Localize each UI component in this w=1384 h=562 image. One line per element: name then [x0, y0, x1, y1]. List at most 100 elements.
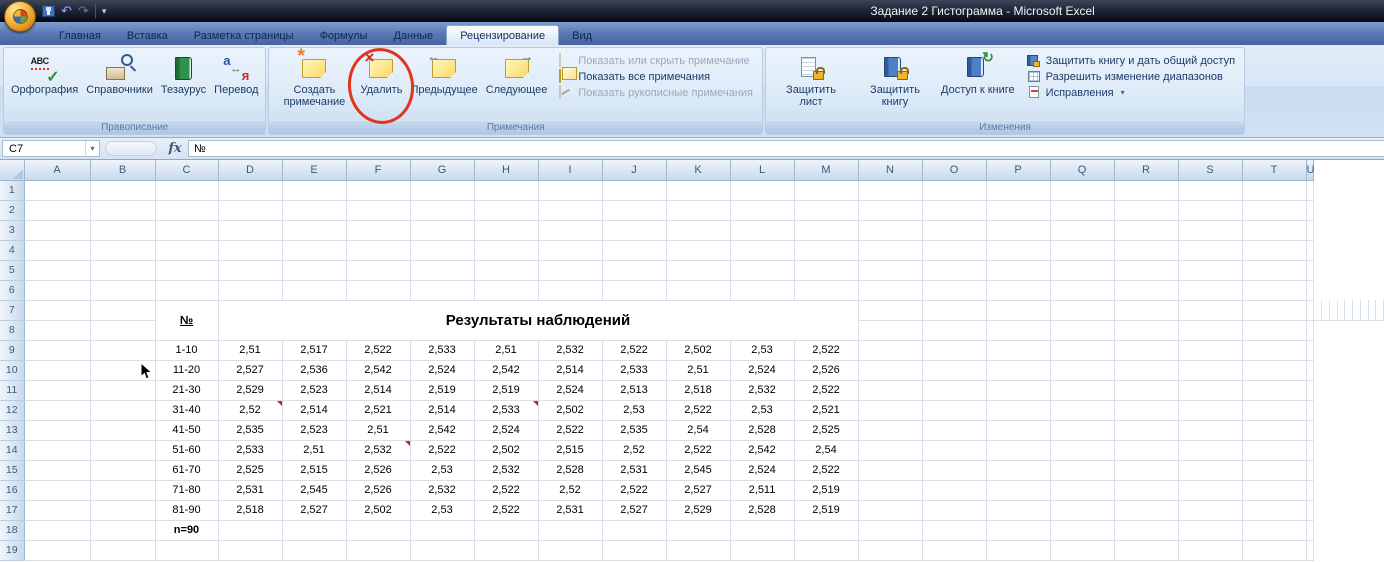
- cell-T16[interactable]: [1242, 480, 1307, 501]
- cell-J5[interactable]: [602, 260, 667, 281]
- cell-P2[interactable]: [986, 200, 1051, 221]
- cell-E11[interactable]: 2,523: [282, 380, 347, 401]
- col-header-L[interactable]: L: [730, 160, 795, 181]
- cell-Q1[interactable]: [1050, 180, 1115, 201]
- cell-O16[interactable]: [922, 480, 987, 501]
- cell-B19[interactable]: [90, 540, 156, 561]
- cell-Q6[interactable]: [1050, 280, 1115, 301]
- cell-F6[interactable]: [346, 280, 411, 301]
- cell-N14[interactable]: [858, 440, 923, 461]
- cell-P16[interactable]: [986, 480, 1051, 501]
- cell-C17[interactable]: 81-90: [155, 500, 219, 521]
- cell-H19[interactable]: [474, 540, 539, 561]
- cell-J2[interactable]: [602, 200, 667, 221]
- cell-L18[interactable]: [730, 520, 795, 541]
- cell-T10[interactable]: [1242, 360, 1307, 381]
- cell-A2[interactable]: [24, 200, 91, 221]
- cell-I18[interactable]: [538, 520, 603, 541]
- new-comment-button[interactable]: * Создать примечание: [272, 47, 356, 120]
- cell-O4[interactable]: [922, 240, 987, 261]
- cell-N13[interactable]: [858, 420, 923, 441]
- cell-C3[interactable]: [155, 220, 219, 241]
- cell-D2[interactable]: [218, 200, 283, 221]
- cell-C9[interactable]: 1-10: [155, 340, 219, 361]
- cell-P12[interactable]: [986, 400, 1051, 421]
- cell-Q5[interactable]: [1050, 260, 1115, 281]
- cell-D5[interactable]: [218, 260, 283, 281]
- cell-I7[interactable]: [1114, 300, 1179, 321]
- cell-B3[interactable]: [90, 220, 156, 241]
- cell-L14[interactable]: 2,542: [730, 440, 795, 461]
- cell-S18[interactable]: [1178, 520, 1243, 541]
- cell-I9[interactable]: 2,532: [538, 340, 603, 361]
- cell-K16[interactable]: 2,527: [666, 480, 731, 501]
- cell-K4[interactable]: [666, 240, 731, 261]
- col-header-J[interactable]: J: [602, 160, 667, 181]
- cell-F5[interactable]: [346, 260, 411, 281]
- cell-K7[interactable]: [1242, 300, 1307, 321]
- col-header-H[interactable]: H: [474, 160, 539, 181]
- cell-L2[interactable]: [730, 200, 795, 221]
- cell-B10[interactable]: [90, 360, 156, 381]
- cell-H18[interactable]: [474, 520, 539, 541]
- cell-I11[interactable]: 2,524: [538, 380, 603, 401]
- cell-I3[interactable]: [538, 220, 603, 241]
- cell-F18[interactable]: [346, 520, 411, 541]
- cell-R6[interactable]: [1114, 280, 1179, 301]
- col-header-B[interactable]: B: [90, 160, 156, 181]
- row-header-14[interactable]: 14: [0, 440, 25, 461]
- cell-E17[interactable]: 2,527: [282, 500, 347, 521]
- cell-M11[interactable]: 2,522: [794, 380, 859, 401]
- cell-J14[interactable]: 2,52: [602, 440, 667, 461]
- cell-S8[interactable]: [1178, 320, 1243, 341]
- cell-N4[interactable]: [858, 240, 923, 261]
- cell-C1[interactable]: [155, 180, 219, 201]
- cell-Q18[interactable]: [1050, 520, 1115, 541]
- cell-K13[interactable]: 2,54: [666, 420, 731, 441]
- cell-F11[interactable]: 2,514: [346, 380, 411, 401]
- cell-M4[interactable]: [794, 240, 859, 261]
- cell-M3[interactable]: [794, 220, 859, 241]
- cell-H12[interactable]: 2,533: [474, 400, 539, 421]
- cell-J3[interactable]: [602, 220, 667, 241]
- row-header-10[interactable]: 10: [0, 360, 25, 381]
- cell-K18[interactable]: [666, 520, 731, 541]
- cell-C2[interactable]: [155, 200, 219, 221]
- cell-E19[interactable]: [282, 540, 347, 561]
- row-header-8[interactable]: 8: [0, 320, 25, 341]
- cell-J11[interactable]: 2,513: [602, 380, 667, 401]
- cell-Q4[interactable]: [1050, 240, 1115, 261]
- cell-D6[interactable]: [218, 280, 283, 301]
- redo-icon[interactable]: ↷: [78, 3, 89, 19]
- col-header-Q[interactable]: Q: [1050, 160, 1115, 181]
- cell-C6[interactable]: [155, 280, 219, 301]
- show-all-comments-button[interactable]: Показать все примечания: [559, 69, 753, 83]
- col-header-M[interactable]: M: [794, 160, 859, 181]
- cell-K19[interactable]: [666, 540, 731, 561]
- cell-G2[interactable]: [410, 200, 475, 221]
- cell-A8[interactable]: [24, 320, 91, 341]
- cell-I12[interactable]: 2,502: [538, 400, 603, 421]
- cell-P6[interactable]: [986, 280, 1051, 301]
- cell-P17[interactable]: [986, 500, 1051, 521]
- cell-P3[interactable]: [986, 220, 1051, 241]
- cell-T18[interactable]: [1242, 520, 1307, 541]
- cell-K3[interactable]: [666, 220, 731, 241]
- cell-H15[interactable]: 2,532: [474, 460, 539, 481]
- cell-K11[interactable]: 2,518: [666, 380, 731, 401]
- cell-E14[interactable]: 2,51: [282, 440, 347, 461]
- cell-S13[interactable]: [1178, 420, 1243, 441]
- cell-E10[interactable]: 2,536: [282, 360, 347, 381]
- cell-R8[interactable]: [1114, 320, 1179, 341]
- cell-M16[interactable]: 2,519: [794, 480, 859, 501]
- cell-T12[interactable]: [1242, 400, 1307, 421]
- row-header-17[interactable]: 17: [0, 500, 25, 521]
- col-header-K[interactable]: K: [666, 160, 731, 181]
- cell-O12[interactable]: [922, 400, 987, 421]
- cell-O19[interactable]: [922, 540, 987, 561]
- cell-M13[interactable]: 2,525: [794, 420, 859, 441]
- cell-I19[interactable]: [538, 540, 603, 561]
- cell-S2[interactable]: [1178, 200, 1243, 221]
- formula-input[interactable]: №: [188, 140, 1384, 157]
- cell-P4[interactable]: [986, 240, 1051, 261]
